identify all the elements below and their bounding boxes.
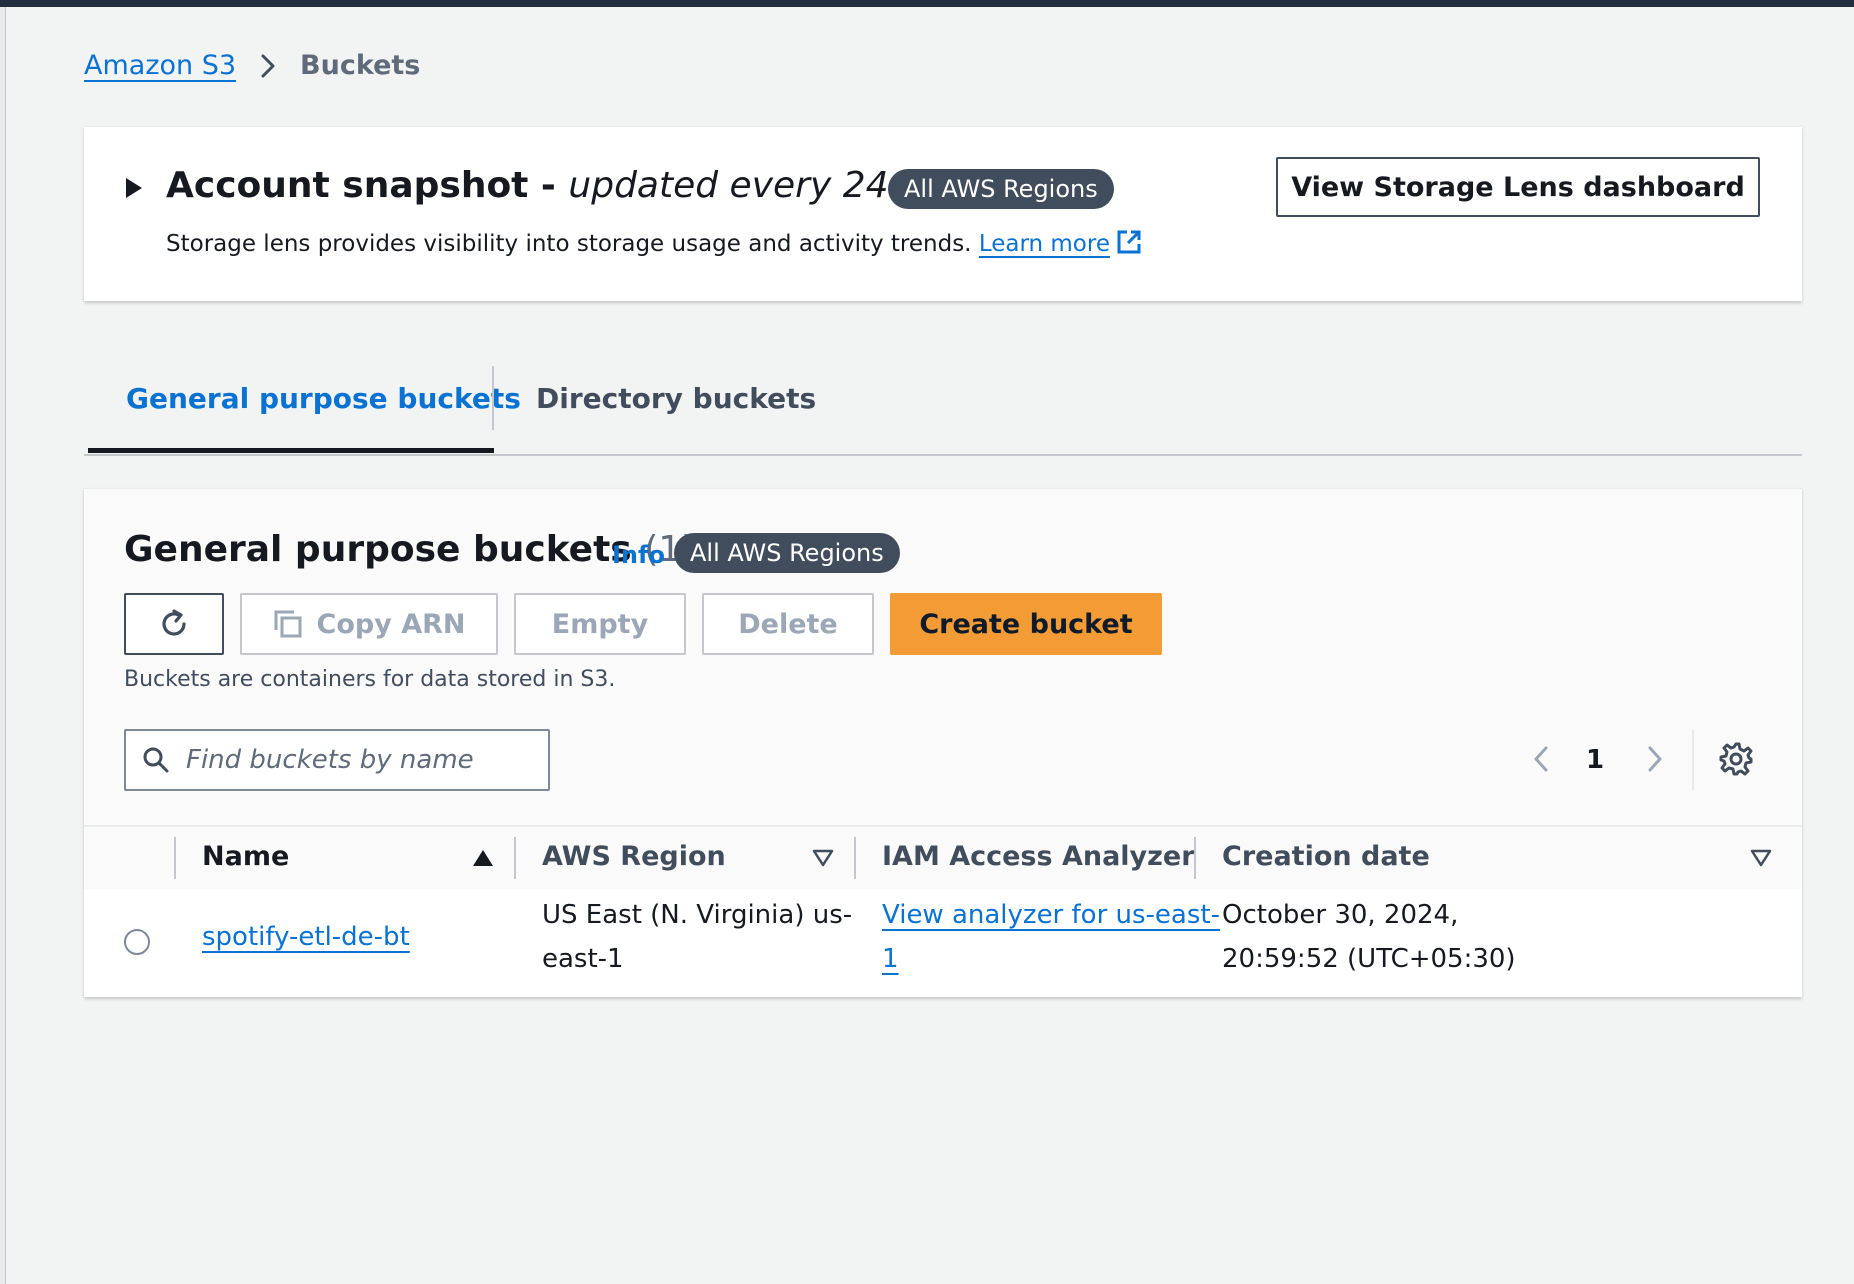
tab-directory-buckets[interactable]: Directory buckets	[536, 382, 816, 415]
refresh-icon	[157, 607, 191, 641]
column-separator	[1194, 837, 1196, 879]
row-select-radio[interactable]	[124, 929, 150, 955]
column-header-aws-region[interactable]: AWS Region	[542, 841, 726, 872]
view-storage-lens-dashboard-button[interactable]: View Storage Lens dashboard	[1276, 157, 1760, 217]
bucket-name-cell: spotify-etl-de-bt	[202, 915, 410, 959]
top-navigation-bar	[0, 0, 1854, 7]
breadcrumb: Amazon S3 Buckets	[84, 50, 420, 81]
chevron-right-icon[interactable]	[1646, 745, 1664, 773]
tab-general-purpose-buckets[interactable]: General purpose buckets	[126, 382, 521, 415]
empty-button[interactable]: Empty	[514, 593, 686, 655]
date-line-1: October 30, 2024,	[1222, 900, 1459, 930]
side-navigation-collapsed	[0, 7, 6, 1284]
buckets-table-header: Name AWS Region IAM Access Analyzer Crea…	[84, 825, 1802, 891]
sort-ascending-icon[interactable]	[472, 849, 494, 867]
copy-arn-button[interactable]: Copy ARN	[240, 593, 498, 655]
view-analyzer-link[interactable]: View analyzer for us-east- 1	[882, 900, 1220, 974]
iam-analyzer-cell: View analyzer for us-east- 1	[882, 893, 1220, 981]
bucket-name-link[interactable]: spotify-etl-de-bt	[202, 922, 410, 952]
breadcrumb-current-buckets: Buckets	[300, 50, 421, 81]
breadcrumb-amazon-s3-link[interactable]: Amazon S3	[84, 50, 236, 81]
tab-divider	[492, 366, 494, 430]
buckets-description: Buckets are containers for data stored i…	[124, 667, 616, 692]
search-icon	[142, 746, 170, 774]
snapshot-description-text: Storage lens provides visibility into st…	[166, 231, 972, 257]
create-bucket-button[interactable]: Create bucket	[890, 593, 1162, 655]
search-input[interactable]	[184, 744, 528, 776]
bucket-type-tabs: General purpose buckets Directory bucket…	[84, 364, 1802, 456]
column-header-iam-access-analyzer[interactable]: IAM Access Analyzer	[882, 841, 1195, 872]
buckets-panel-title: General purpose buckets (1)	[124, 529, 695, 570]
aws-region-cell: US East (N. Virginia) us- east-1	[542, 893, 852, 981]
analyzer-line-1: View analyzer for us-east-	[882, 900, 1220, 930]
delete-button[interactable]: Delete	[702, 593, 874, 655]
snapshot-description: Storage lens provides visibility into st…	[166, 229, 1142, 261]
caret-right-icon[interactable]	[124, 177, 144, 203]
account-snapshot-panel: Account snapshot - updated every 24 hour…	[84, 126, 1802, 301]
chevron-right-icon	[260, 53, 276, 79]
all-aws-regions-badge: All AWS Regions	[888, 169, 1114, 209]
region-line-2: east-1	[542, 944, 624, 974]
analyzer-line-2: 1	[882, 944, 899, 974]
page-number[interactable]: 1	[1586, 745, 1604, 775]
buckets-panel-title-text: General purpose buckets	[124, 529, 632, 570]
pager-divider	[1692, 729, 1694, 791]
general-purpose-buckets-panel: General purpose buckets (1) Info All AWS…	[84, 488, 1802, 997]
copy-icon	[273, 609, 303, 639]
refresh-button[interactable]	[124, 593, 224, 655]
column-header-name[interactable]: Name	[202, 841, 289, 872]
all-aws-regions-badge-panel: All AWS Regions	[674, 533, 900, 573]
info-link[interactable]: Info	[612, 541, 665, 569]
sort-descending-icon[interactable]	[1750, 849, 1772, 867]
sort-descending-icon[interactable]	[812, 849, 834, 867]
column-separator	[514, 837, 516, 879]
column-header-creation-date[interactable]: Creation date	[1222, 841, 1430, 872]
chevron-left-icon[interactable]	[1532, 745, 1550, 773]
bucket-search-field[interactable]	[124, 729, 550, 791]
column-separator	[854, 837, 856, 879]
account-snapshot-title[interactable]: Account snapshot - updated every 24 hour…	[166, 165, 1001, 206]
snapshot-title-bold: Account snapshot -	[166, 165, 569, 206]
copy-arn-label: Copy ARN	[316, 608, 466, 640]
creation-date-cell: October 30, 2024, 20:59:52 (UTC+05:30)	[1222, 893, 1516, 981]
column-separator	[174, 837, 176, 879]
active-tab-indicator	[88, 448, 494, 453]
learn-more-link[interactable]: Learn more	[979, 231, 1110, 257]
external-link-icon[interactable]	[1116, 229, 1142, 261]
date-line-2: 20:59:52 (UTC+05:30)	[1222, 944, 1516, 974]
learn-more-label: Learn more	[978, 231, 1110, 257]
settings-gear-icon[interactable]	[1718, 741, 1754, 777]
table-row: spotify-etl-de-bt US East (N. Virginia) …	[84, 889, 1802, 997]
region-line-1: US East (N. Virginia) us-	[542, 900, 853, 930]
